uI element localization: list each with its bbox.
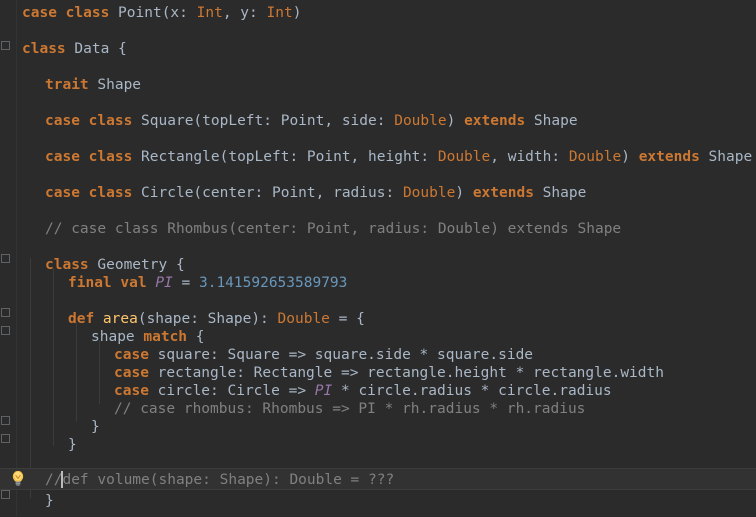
code-token: Int (266, 5, 293, 21)
code-token: } (45, 493, 54, 509)
code-token: Shape (708, 149, 753, 165)
code-token: } (91, 419, 100, 435)
code-token: Double (402, 185, 456, 201)
code-token: case (45, 185, 89, 201)
code-token: Shape (97, 77, 142, 93)
code-token: PI (155, 275, 173, 291)
code-line[interactable]: //def volume(shape: Shape): Double = ??? (45, 471, 394, 489)
code-token: Double (277, 311, 330, 327)
fold-region-marker[interactable] (1, 490, 10, 499)
code-line[interactable]: case circle: Circle => PI * circle.radiu… (114, 382, 612, 400)
code-token: area (102, 311, 138, 327)
code-line[interactable]: class Geometry { (45, 256, 185, 274)
code-token: match (143, 329, 196, 345)
code-token: ) (621, 149, 639, 165)
code-token: = { (329, 311, 365, 327)
code-token: val (120, 275, 156, 291)
indent-guide (30, 258, 31, 498)
code-line[interactable]: // case class Rhombus(center: Point, rad… (45, 220, 621, 238)
fold-region-marker[interactable] (1, 41, 10, 50)
code-line[interactable]: case class Rectangle(topLeft: Point, hei… (45, 148, 752, 166)
code-token: final (68, 275, 121, 291)
code-line[interactable]: case class Square(topLeft: Point, side: … (45, 112, 578, 130)
indent-guide (76, 322, 77, 422)
code-token: (shape: Shape): (137, 311, 278, 327)
gutter-separator (16, 0, 17, 517)
code-token: { (195, 329, 205, 345)
code-token: // (45, 472, 63, 488)
code-token: class (88, 185, 142, 201)
code-line[interactable]: case rectangle: Rectangle => rectangle.h… (114, 364, 664, 382)
fold-region-marker[interactable] (1, 326, 10, 335)
code-token: case (45, 149, 89, 165)
code-line[interactable]: def area(shape: Shape): Double = { (68, 310, 365, 328)
code-line[interactable]: class Data { (22, 40, 127, 58)
indent-guide (99, 340, 100, 404)
code-token: ) (455, 185, 473, 201)
fold-region-marker[interactable] (1, 434, 10, 443)
code-token: class (22, 41, 75, 57)
code-token: square: Square => square.side * square.s… (157, 347, 534, 363)
code-token: , width: (490, 149, 569, 165)
code-token: trait (45, 77, 98, 93)
code-token: shape (91, 329, 144, 345)
code-token: PI (314, 383, 333, 399)
code-token: class (88, 113, 142, 129)
code-token: class (45, 257, 98, 273)
code-token: Shape (533, 113, 578, 129)
code-line[interactable]: final val PI = 3.141592653589793 (68, 274, 347, 292)
code-token: def volume(shape: Shape): Double = ??? (62, 472, 395, 488)
code-token: Geometry { (97, 257, 185, 273)
fold-region-marker[interactable] (1, 308, 10, 317)
code-line[interactable]: // case rhombus: Rhombus => PI * rh.radi… (114, 400, 585, 418)
code-token: ) (446, 113, 465, 129)
code-line[interactable]: } (45, 492, 54, 510)
code-token: case (45, 113, 89, 129)
code-token: case (114, 365, 158, 381)
code-token: extends (638, 149, 709, 165)
code-token: Rectangle(topLeft: Point, height: (141, 149, 438, 165)
code-token: Circle(center: Point, radius: (141, 185, 403, 201)
fold-region-marker[interactable] (1, 254, 10, 263)
code-token: Square(topLeft: Point, side: (141, 113, 395, 129)
code-token: Double (394, 113, 447, 129)
code-token: // case rhombus: Rhombus => PI * rh.radi… (114, 401, 586, 417)
code-token: , y: (222, 5, 267, 21)
code-token: case (114, 383, 158, 399)
code-line[interactable]: case class Point(x: Int, y: Int) (22, 4, 301, 22)
code-token: * circle.radius * circle.radius (332, 383, 612, 399)
code-token: class (65, 5, 119, 21)
code-token: rectangle: Rectangle => rectangle.height… (157, 365, 664, 381)
code-token: 3.141592653589793 (198, 275, 348, 291)
code-line[interactable]: trait Shape (45, 76, 141, 94)
code-token: circle: Circle => (157, 383, 315, 399)
code-token: case (114, 347, 158, 363)
code-token: extends (464, 113, 534, 129)
code-token: Data { (74, 41, 127, 57)
code-line[interactable]: shape match { (91, 328, 205, 346)
code-token: def (68, 311, 103, 327)
code-token: // case class Rhombus(center: Point, rad… (45, 221, 622, 237)
code-line[interactable]: } (68, 436, 77, 454)
code-token: } (68, 437, 77, 453)
code-line[interactable]: case square: Square => square.side * squ… (114, 346, 533, 364)
code-token: = (172, 275, 199, 291)
text-caret (61, 471, 63, 488)
fold-region-marker[interactable] (1, 416, 10, 425)
indent-guide (53, 268, 54, 446)
code-token: extends (472, 185, 543, 201)
code-token: Point(x: (118, 5, 197, 21)
code-token: case (22, 5, 66, 21)
code-token: Double (437, 149, 491, 165)
code-token: ) (292, 5, 302, 21)
code-token: Int (196, 5, 223, 21)
code-token: Double (568, 149, 622, 165)
code-editor[interactable]: case class Point(x: Int, y: Int) class Da… (0, 0, 756, 517)
code-line[interactable]: case class Circle(center: Point, radius:… (45, 184, 586, 202)
code-token: class (88, 149, 142, 165)
code-line[interactable]: } (91, 418, 100, 436)
lightbulb-intention-icon[interactable] (9, 469, 27, 487)
code-token: Shape (542, 185, 587, 201)
